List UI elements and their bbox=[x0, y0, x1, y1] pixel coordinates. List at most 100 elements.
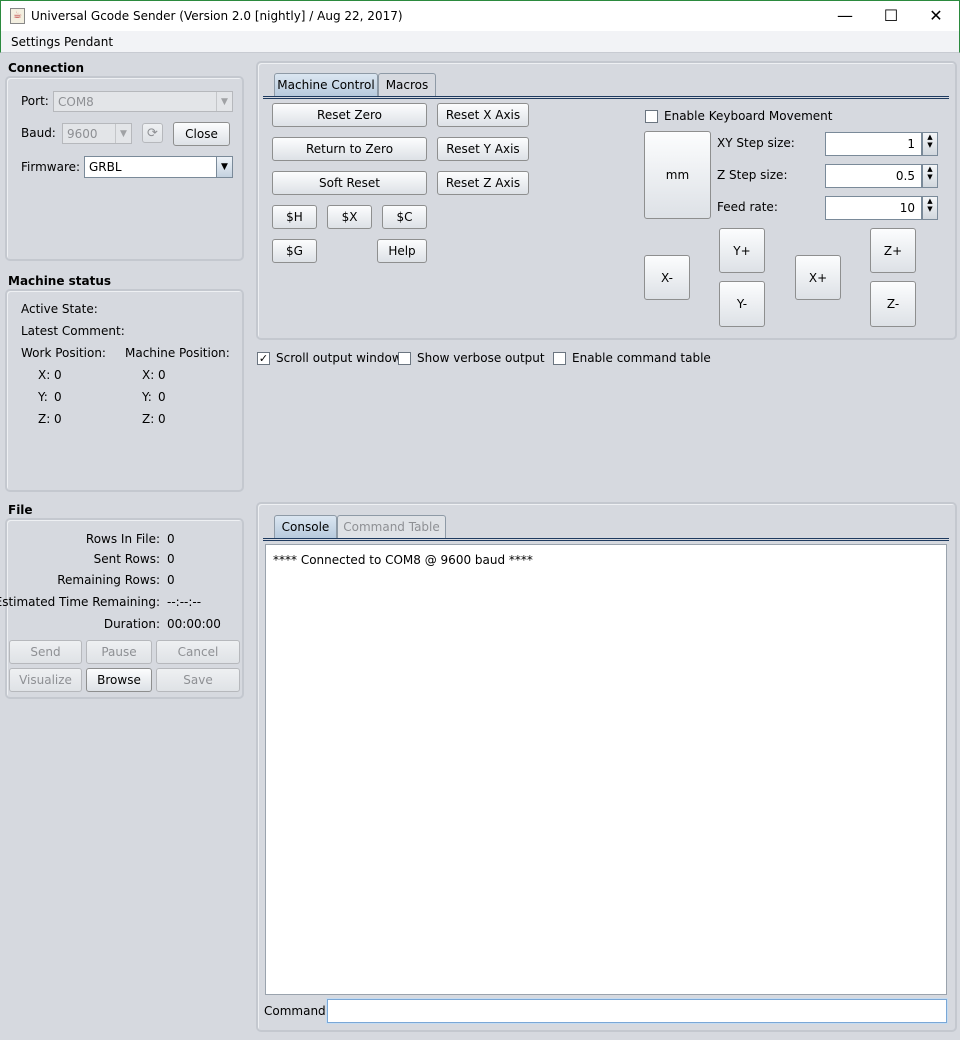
verbose-output-label: Show verbose output bbox=[417, 351, 545, 365]
reset-z-axis-button[interactable]: Reset Z Axis bbox=[437, 171, 529, 195]
jog-z-minus-button[interactable]: Z- bbox=[870, 281, 916, 327]
connection-title: Connection bbox=[8, 61, 85, 75]
tab-underline bbox=[263, 538, 949, 541]
xy-step-spinner[interactable]: ▲ ▼ bbox=[922, 132, 938, 156]
verbose-output-checkbox[interactable] bbox=[398, 352, 411, 365]
machine-y-label: Y: bbox=[142, 390, 152, 404]
duration-label: Duration: bbox=[103, 617, 160, 631]
menu-bar: Settings Pendant bbox=[0, 31, 960, 53]
firmware-value: GRBL bbox=[89, 160, 122, 174]
firmware-label: Firmware: bbox=[21, 160, 81, 174]
rows-in-file-value: 0 bbox=[167, 532, 175, 546]
reset-x-axis-button[interactable]: Reset X Axis bbox=[437, 103, 529, 127]
tab-macros[interactable]: Macros bbox=[378, 73, 436, 97]
file-title: File bbox=[8, 503, 33, 517]
tab-command-table[interactable]: Command Table bbox=[337, 515, 446, 539]
jog-y-minus-button[interactable]: Y- bbox=[719, 281, 765, 327]
console-output[interactable]: **** Connected to COM8 @ 9600 baud **** bbox=[265, 544, 947, 995]
rows-in-file-label: Rows In File: bbox=[85, 532, 160, 546]
machine-z-value: 0 bbox=[158, 412, 166, 426]
pause-button[interactable]: Pause bbox=[86, 640, 152, 664]
units-toggle-button[interactable]: mm bbox=[644, 131, 711, 219]
return-to-zero-button[interactable]: Return to Zero bbox=[272, 137, 427, 161]
command-table-label: Enable command table bbox=[572, 351, 711, 365]
jog-y-plus-button[interactable]: Y+ bbox=[719, 228, 765, 273]
firmware-select[interactable]: GRBL ▼ bbox=[84, 156, 233, 178]
machine-position-label: Machine Position: bbox=[125, 346, 230, 360]
check-mode-button[interactable]: $C bbox=[382, 205, 427, 229]
keyboard-movement-label: Enable Keyboard Movement bbox=[664, 109, 833, 123]
command-input[interactable] bbox=[327, 999, 947, 1023]
remaining-rows-value: 0 bbox=[167, 573, 175, 587]
browse-button[interactable]: Browse bbox=[86, 668, 152, 692]
menu-settings[interactable]: Settings bbox=[11, 35, 60, 49]
feed-rate-label: Feed rate: bbox=[717, 200, 778, 214]
baud-select[interactable]: 9600 ▼ bbox=[62, 123, 132, 144]
help-button[interactable]: Help bbox=[377, 239, 427, 263]
window-title: Universal Gcode Sender (Version 2.0 [nig… bbox=[31, 9, 403, 23]
cancel-button[interactable]: Cancel bbox=[156, 640, 240, 664]
baud-value: 9600 bbox=[67, 127, 98, 141]
time-remaining-value: --:--:-- bbox=[167, 595, 202, 609]
work-y-label: Y: bbox=[38, 390, 48, 404]
maximize-icon[interactable]: ☐ bbox=[868, 1, 914, 31]
command-label: Command: bbox=[264, 1004, 330, 1018]
minimize-icon[interactable]: — bbox=[822, 1, 868, 31]
send-button[interactable]: Send bbox=[9, 640, 82, 664]
jog-x-minus-button[interactable]: X- bbox=[644, 255, 690, 300]
scroll-output-checkbox[interactable]: ✓ bbox=[257, 352, 270, 365]
feed-rate-spinner[interactable]: ▲ ▼ bbox=[922, 196, 938, 220]
baud-label: Baud: bbox=[21, 126, 56, 140]
xy-step-input[interactable]: 1 bbox=[825, 132, 922, 156]
keyboard-movement-checkbox[interactable] bbox=[645, 110, 658, 123]
soft-reset-button[interactable]: Soft Reset bbox=[272, 171, 427, 195]
feed-rate-input[interactable]: 10 bbox=[825, 196, 922, 220]
machine-x-label: X: bbox=[142, 368, 155, 382]
unlock-button[interactable]: $X bbox=[327, 205, 372, 229]
tab-underline bbox=[263, 96, 949, 99]
work-z-value: 0 bbox=[54, 412, 62, 426]
visualize-button[interactable]: Visualize bbox=[9, 668, 82, 692]
title-bar: ☕ Universal Gcode Sender (Version 2.0 [n… bbox=[0, 0, 960, 31]
duration-value: 00:00:00 bbox=[167, 617, 221, 631]
command-table-checkbox[interactable] bbox=[553, 352, 566, 365]
port-label: Port: bbox=[21, 94, 49, 108]
time-remaining-label: Estimated Time Remaining: bbox=[0, 595, 160, 609]
work-position-label: Work Position: bbox=[21, 346, 106, 360]
machine-y-value: 0 bbox=[158, 390, 166, 404]
gcode-state-button[interactable]: $G bbox=[272, 239, 317, 263]
work-x-value: 0 bbox=[54, 368, 62, 382]
work-x-label: X: bbox=[38, 368, 51, 382]
chevron-down-icon: ▼ bbox=[216, 92, 232, 111]
save-button[interactable]: Save bbox=[156, 668, 240, 692]
machine-x-value: 0 bbox=[158, 368, 166, 382]
remaining-rows-label: Remaining Rows: bbox=[57, 573, 160, 587]
active-state-label: Active State: bbox=[21, 302, 98, 316]
reset-y-axis-button[interactable]: Reset Y Axis bbox=[437, 137, 529, 161]
scroll-output-label: Scroll output window bbox=[276, 351, 402, 365]
latest-comment-label: Latest Comment: bbox=[21, 324, 125, 338]
close-connection-button[interactable]: Close bbox=[173, 122, 230, 146]
menu-pendant[interactable]: Pendant bbox=[64, 35, 113, 49]
z-step-spinner[interactable]: ▲ ▼ bbox=[922, 164, 938, 188]
jog-x-plus-button[interactable]: X+ bbox=[795, 255, 841, 300]
machine-z-label: Z: bbox=[142, 412, 155, 426]
chevron-down-icon: ▼ bbox=[115, 124, 131, 143]
z-step-input[interactable]: 0.5 bbox=[825, 164, 922, 188]
refresh-icon[interactable]: ⟳ bbox=[142, 123, 163, 143]
port-select[interactable]: COM8 ▼ bbox=[53, 91, 233, 112]
home-button[interactable]: $H bbox=[272, 205, 317, 229]
close-window-icon[interactable]: ✕ bbox=[913, 1, 959, 31]
work-y-value: 0 bbox=[54, 390, 62, 404]
reset-zero-button[interactable]: Reset Zero bbox=[272, 103, 427, 127]
sent-rows-value: 0 bbox=[167, 552, 175, 566]
port-value: COM8 bbox=[58, 95, 94, 109]
jog-z-plus-button[interactable]: Z+ bbox=[870, 228, 916, 273]
sent-rows-label: Sent Rows: bbox=[93, 552, 160, 566]
tab-console[interactable]: Console bbox=[274, 515, 337, 539]
z-step-label: Z Step size: bbox=[717, 168, 788, 182]
chevron-down-icon: ▼ bbox=[216, 157, 232, 177]
tab-machine-control[interactable]: Machine Control bbox=[274, 73, 378, 97]
work-z-label: Z: bbox=[38, 412, 51, 426]
machine-status-title: Machine status bbox=[8, 274, 112, 288]
